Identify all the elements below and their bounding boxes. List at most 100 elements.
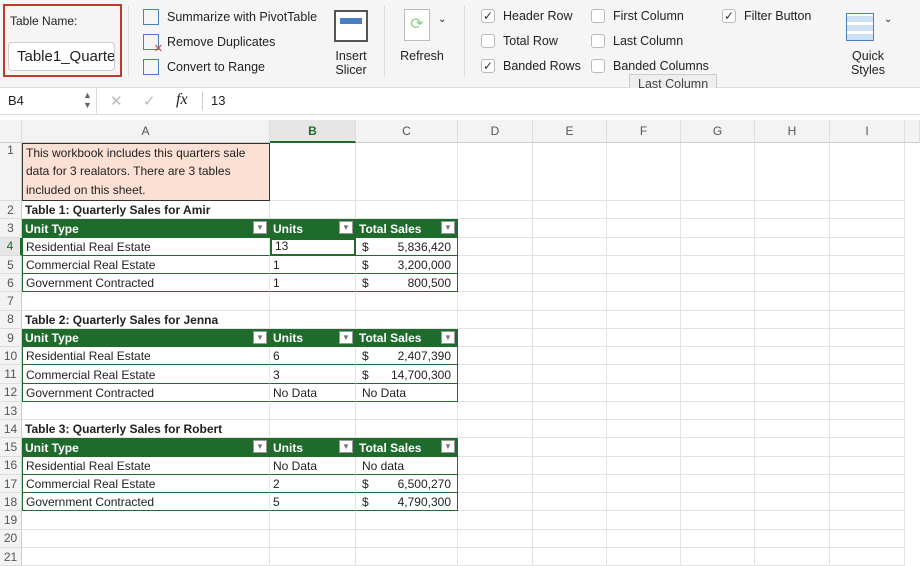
cell[interactable]	[681, 292, 755, 311]
column-header-G[interactable]: G	[681, 120, 755, 143]
table-header-total-sales[interactable]: Total Sales ▼	[356, 328, 458, 347]
cell[interactable]	[458, 401, 533, 420]
table-header-unit-type[interactable]: Unit Type ▼	[22, 328, 270, 347]
row-header[interactable]: 13	[0, 401, 22, 420]
cell[interactable]	[533, 474, 607, 493]
filter-dropdown-icon[interactable]: ▼	[253, 330, 267, 344]
table-header-units[interactable]: Units ▼	[270, 219, 356, 238]
table-cell[interactable]: Residential Real Estate	[22, 347, 270, 366]
cell[interactable]	[533, 401, 607, 420]
cell[interactable]	[607, 474, 681, 493]
cell[interactable]	[681, 529, 755, 548]
cell[interactable]	[681, 347, 755, 366]
cell[interactable]	[458, 420, 533, 439]
row-header[interactable]: 6	[0, 274, 22, 293]
row-header[interactable]: 8	[0, 310, 22, 329]
row-header[interactable]: 20	[0, 529, 22, 548]
cell[interactable]	[533, 310, 607, 329]
table-header-units[interactable]: Units ▼	[270, 438, 356, 457]
cell[interactable]	[607, 456, 681, 475]
cell[interactable]	[755, 255, 830, 274]
cell[interactable]	[755, 511, 830, 530]
cell[interactable]	[830, 383, 905, 402]
cell[interactable]	[356, 547, 458, 566]
cell[interactable]	[458, 274, 533, 293]
row-header[interactable]: 5	[0, 255, 22, 274]
cell[interactable]	[681, 474, 755, 493]
table-cell[interactable]: Commercial Real Estate	[22, 365, 270, 384]
cell[interactable]	[607, 347, 681, 366]
cell[interactable]	[458, 547, 533, 566]
cell[interactable]	[681, 383, 755, 402]
cell[interactable]	[607, 511, 681, 530]
table-cell[interactable]: 6	[270, 347, 356, 366]
table-cell[interactable]: No Data	[270, 456, 356, 475]
cell[interactable]	[755, 237, 830, 256]
cell[interactable]	[458, 219, 533, 238]
cell[interactable]	[356, 529, 458, 548]
row-header[interactable]: 3	[0, 219, 22, 238]
option-last-column[interactable]: Last Column	[591, 34, 683, 48]
intro-note[interactable]: This workbook includes this quarters sal…	[22, 143, 270, 201]
table-cell[interactable]: $14,700,300	[356, 365, 458, 384]
cell[interactable]	[830, 401, 905, 420]
row-header[interactable]: 19	[0, 511, 22, 530]
table-cell[interactable]: $6,500,270	[356, 474, 458, 493]
cell[interactable]	[755, 219, 830, 238]
cell[interactable]	[458, 310, 533, 329]
table-cell[interactable]: Commercial Real Estate	[22, 255, 270, 274]
table-cell[interactable]: 2	[270, 474, 356, 493]
cell[interactable]	[270, 529, 356, 548]
table-cell[interactable]: Government Contracted	[22, 383, 270, 402]
column-header-B[interactable]: B	[270, 120, 356, 143]
row-header[interactable]: 18	[0, 493, 22, 512]
cell[interactable]	[533, 420, 607, 439]
table-cell[interactable]: $3,200,000	[356, 255, 458, 274]
cell[interactable]	[22, 511, 270, 530]
table-title[interactable]: Table 2: Quarterly Sales for Jenna	[22, 310, 270, 329]
cell[interactable]	[458, 493, 533, 512]
cell[interactable]	[830, 365, 905, 384]
cell[interactable]	[607, 547, 681, 566]
column-header-H[interactable]: H	[755, 120, 830, 143]
cell[interactable]	[755, 292, 830, 311]
cell[interactable]	[830, 328, 905, 347]
cell[interactable]	[533, 274, 607, 293]
table-cell[interactable]: $800,500	[356, 274, 458, 293]
cell[interactable]	[270, 292, 356, 311]
cell[interactable]	[607, 274, 681, 293]
cell[interactable]	[681, 401, 755, 420]
cell[interactable]	[356, 401, 458, 420]
cell[interactable]	[270, 511, 356, 530]
confirm-icon[interactable]: ✓	[143, 92, 156, 110]
cell[interactable]	[755, 529, 830, 548]
cell[interactable]	[755, 438, 830, 457]
table-cell[interactable]: $2,407,390	[356, 347, 458, 366]
cell[interactable]	[830, 493, 905, 512]
cell[interactable]	[607, 529, 681, 548]
column-header-A[interactable]: A	[22, 120, 270, 143]
cell[interactable]	[533, 511, 607, 530]
cell[interactable]	[830, 310, 905, 329]
cell[interactable]	[681, 219, 755, 238]
cell[interactable]	[458, 255, 533, 274]
cell[interactable]	[533, 328, 607, 347]
cell[interactable]	[458, 365, 533, 384]
chevron-down-icon[interactable]: ⌄	[884, 14, 892, 25]
cell[interactable]	[607, 420, 681, 439]
table-cell[interactable]: No Data	[270, 383, 356, 402]
cell[interactable]	[755, 547, 830, 566]
filter-dropdown-icon[interactable]: ▼	[339, 440, 353, 454]
cell[interactable]	[755, 201, 830, 220]
cell[interactable]	[270, 201, 356, 220]
cell[interactable]	[22, 529, 270, 548]
table-cell[interactable]: 1	[270, 255, 356, 274]
cell[interactable]	[607, 383, 681, 402]
cell[interactable]	[607, 438, 681, 457]
cell[interactable]	[607, 219, 681, 238]
table-cell[interactable]: 3	[270, 365, 356, 384]
option-banded-columns[interactable]: Banded Columns	[591, 59, 709, 73]
cell[interactable]	[270, 143, 356, 201]
option-total-row[interactable]: Total Row	[481, 34, 558, 48]
checkbox[interactable]	[591, 59, 605, 73]
